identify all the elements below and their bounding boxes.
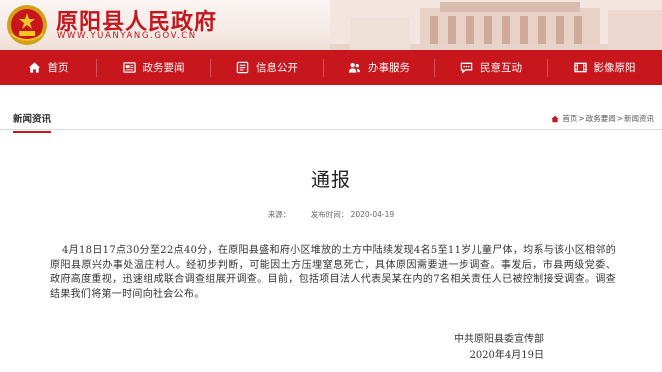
breadcrumb: 首页 > 政务要闻 > 新闻资讯 — [551, 113, 654, 124]
home-icon — [28, 62, 40, 73]
government-building-image — [330, 0, 662, 50]
news-icon — [122, 62, 136, 73]
nav-item-info-disclosure[interactable]: 信息公开 — [211, 50, 323, 85]
section-title: 新闻资讯 — [13, 111, 52, 133]
film-icon — [573, 62, 587, 73]
site-url: WWW.YUANYANG.GOV.CN — [57, 31, 197, 41]
people-icon — [348, 63, 361, 73]
article-signature-org: 中共原阳县委宣传部 — [454, 334, 544, 345]
chat-icon — [460, 62, 473, 74]
breadcrumb-news[interactable]: 政务要闻 — [586, 113, 616, 124]
nav-item-label: 信息公开 — [256, 62, 298, 74]
breadcrumb-home[interactable]: 首页 — [562, 113, 577, 124]
breadcrumb-current[interactable]: 新闻资讯 — [624, 113, 654, 124]
nav-item-label: 首页 — [47, 62, 69, 74]
main-nav: 首页 政务要闻 信息公开 办事服务 民意互动 影像原阳 — [0, 50, 662, 85]
nav-item-label: 政务要闻 — [142, 62, 185, 74]
nav-item-home[interactable]: 首页 — [0, 50, 96, 85]
nav-item-label: 影像原阳 — [593, 62, 636, 74]
article-meta: 来源： 发布时间： 2020-04-19 — [0, 209, 662, 220]
national-emblem-icon — [7, 5, 47, 45]
nav-item-services[interactable]: 办事服务 — [324, 50, 434, 85]
nav-item-yuanyang-images[interactable]: 影像原阳 — [548, 50, 661, 85]
article-source: 来源： — [267, 210, 291, 219]
breadcrumb-separator: > — [578, 114, 585, 123]
article-title: 通报 — [310, 169, 351, 191]
site-header: 原阳县人民政府 WWW.YUANYANG.GOV.CN — [0, 0, 662, 50]
nav-item-news[interactable]: 政务要闻 — [97, 50, 210, 85]
section-header: 新闻资讯 首页 > 政务要闻 > 新闻资讯 — [0, 103, 662, 133]
home-icon — [551, 115, 560, 122]
document-icon — [236, 61, 249, 74]
breadcrumb-separator: > — [616, 114, 623, 123]
article-signature-date: 2020年4月19日 — [469, 350, 544, 361]
article-publish-time: 发布时间： 2020-04-19 — [310, 210, 395, 219]
nav-item-label: 办事服务 — [368, 62, 410, 74]
article-body: 4月18日17点30分至22点40分，在原阳县盛和府小区堆放的土方中陆续发现4名… — [50, 245, 616, 300]
nav-item-label: 民意互动 — [480, 62, 522, 74]
nav-item-public-interaction[interactable]: 民意互动 — [435, 50, 547, 85]
